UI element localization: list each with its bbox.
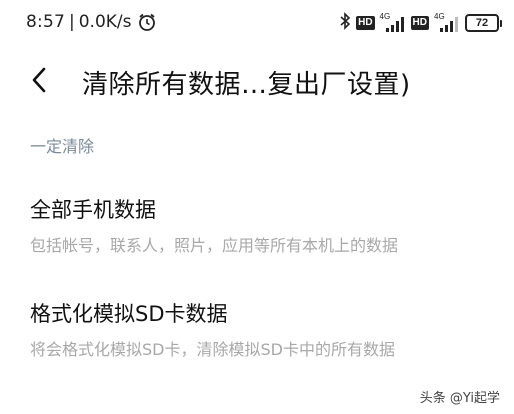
status-left: 8:57 | 0.0K/s xyxy=(26,12,157,32)
page-title: 清除所有数据…复出厂设置) xyxy=(82,70,411,100)
battery-icon: 72 xyxy=(465,14,502,32)
hd-badge: HD xyxy=(356,16,375,30)
list-item-title: 格式化模拟SD卡数据 xyxy=(30,302,228,326)
list-item-subtitle: 包括帐号，联系人，照片，应用等所有本机上的数据 xyxy=(30,236,399,255)
list-item-title: 全部手机数据 xyxy=(30,198,156,222)
watermark: 头条 @Yi起学 xyxy=(419,391,500,406)
settings-screen: 8:57 | 0.0K/s HD 4G HD 4G 72 清除所有数据…复出厂设… xyxy=(0,0,514,414)
chevron-left-icon xyxy=(32,67,46,93)
list-item-all-phone-data[interactable]: 全部手机数据 包括帐号，联系人，照片，应用等所有本机上的数据 xyxy=(30,194,500,256)
signal-icon: 4G xyxy=(380,12,406,32)
status-bar: 8:57 | 0.0K/s HD 4G HD 4G 72 xyxy=(0,0,514,44)
status-separator: | xyxy=(68,12,75,32)
signal-icon: 4G xyxy=(434,12,460,32)
net-speed: 0.0K/s xyxy=(78,12,132,32)
title-bar: 清除所有数据…复出厂设置) xyxy=(0,56,514,104)
list-item-subtitle: 将会格式化模拟SD卡，清除模拟SD卡中的所有数据 xyxy=(30,340,395,359)
alarm-icon xyxy=(137,12,157,32)
status-right: HD 4G HD 4G 72 xyxy=(339,12,502,34)
battery-tip xyxy=(500,19,502,27)
hd-badge: HD xyxy=(410,16,429,30)
back-button[interactable] xyxy=(24,64,54,96)
list-item-format-sd-data[interactable]: 格式化模拟SD卡数据 将会格式化模拟SD卡，清除模拟SD卡中的所有数据 xyxy=(30,298,500,360)
status-time: 8:57 xyxy=(26,12,65,32)
battery-level: 72 xyxy=(465,14,499,32)
bluetooth-icon xyxy=(339,12,351,34)
section-header: 一定清除 xyxy=(30,137,95,156)
